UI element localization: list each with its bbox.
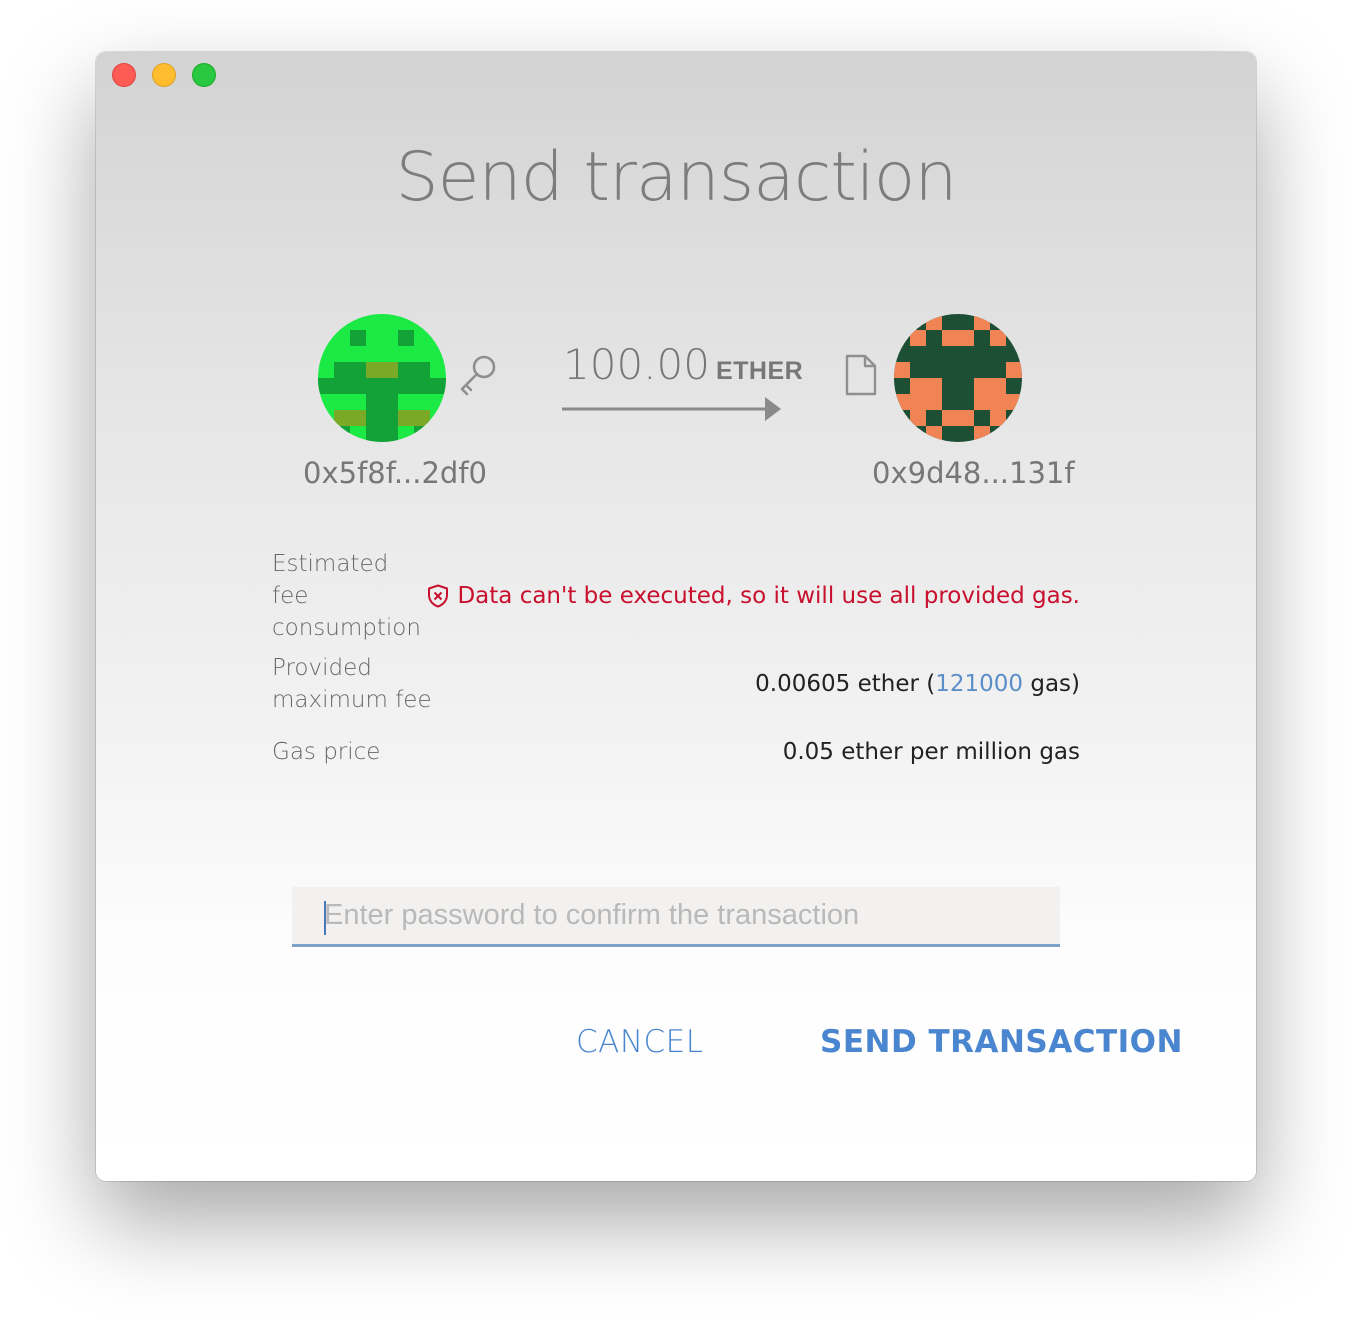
estimated-fee-row: Estimated fee consumption Data can't be …: [272, 551, 1080, 641]
estimated-fee-label-line1: Estimated fee: [272, 551, 389, 609]
gas-warning: Data can't be executed, so it will use a…: [427, 583, 1080, 609]
max-fee-prefix: 0.00605 ether (: [755, 671, 936, 697]
minimize-window-button[interactable]: [152, 63, 176, 87]
window-controls: [112, 63, 216, 87]
max-fee-label-line2: maximum fee: [272, 687, 432, 713]
max-fee-value: 0.00605 ether (121000 gas): [755, 671, 1080, 697]
gas-warning-text: Data can't be executed, so it will use a…: [457, 583, 1080, 609]
arrow-right-icon: [562, 397, 781, 421]
from-address: 0x5f8f...2df0: [303, 456, 487, 490]
to-account-identicon: [894, 314, 1022, 442]
max-fee-label-line1: Provided: [272, 655, 372, 681]
from-account-identicon: [318, 314, 446, 442]
send-transaction-window: Send transaction 100.00 ETHER 0x5f8f...2…: [96, 52, 1256, 1181]
gas-price-value: 0.05 ether per million gas: [782, 739, 1080, 765]
amount-value: 100.00: [563, 340, 710, 389]
max-fee-row: Provided maximum fee 0.00605 ether (1210…: [272, 652, 1080, 716]
gas-amount-link[interactable]: 121000: [935, 671, 1023, 697]
estimated-fee-label: Estimated fee consumption: [272, 548, 427, 644]
cancel-button[interactable]: CANCEL: [576, 1024, 704, 1060]
text-caret: [324, 901, 326, 935]
transaction-details: Estimated fee consumption Data can't be …: [272, 551, 1080, 772]
to-address: 0x9d48...131f: [872, 456, 1075, 490]
estimated-fee-label-line2: consumption: [272, 615, 421, 641]
key-icon: [460, 355, 496, 396]
gas-price-label: Gas price: [272, 739, 381, 765]
document-icon: [845, 354, 877, 396]
zoom-window-button[interactable]: [192, 63, 216, 87]
gas-price-row: Gas price 0.05 ether per million gas: [272, 732, 1080, 772]
password-input[interactable]: [292, 887, 1060, 947]
page-title: Send transaction: [395, 138, 957, 217]
shield-alert-icon: [428, 584, 449, 608]
amount-unit: ETHER: [715, 357, 804, 385]
max-fee-suffix: gas): [1023, 671, 1080, 697]
send-transaction-button[interactable]: SEND TRANSACTION: [820, 1024, 1183, 1060]
close-window-button[interactable]: [112, 63, 136, 87]
transfer-amount: 100.00 ETHER: [563, 340, 803, 389]
max-fee-label: Provided maximum fee: [272, 652, 432, 716]
